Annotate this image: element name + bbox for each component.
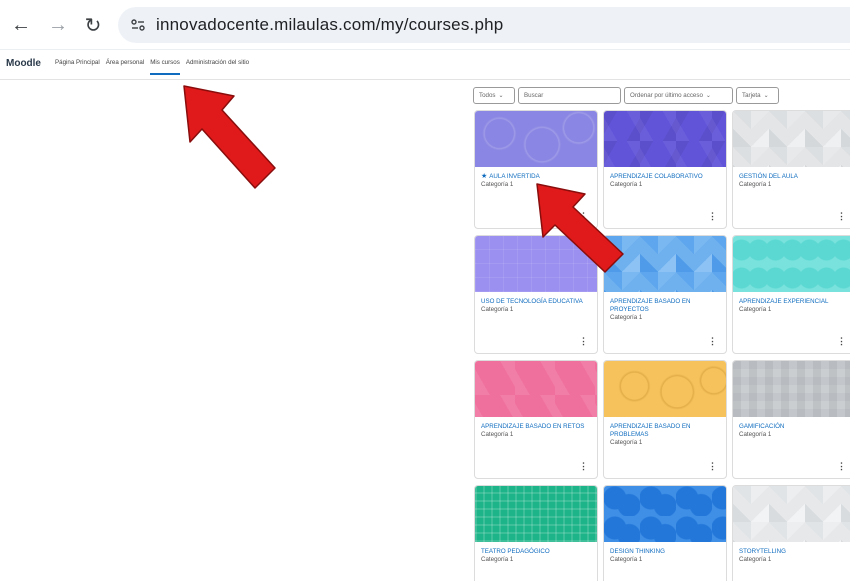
site-logo[interactable]: Moodle — [6, 58, 41, 69]
search-placeholder: Buscar — [524, 92, 544, 99]
course-title[interactable]: APRENDIZAJE BASADO EN PROBLEMAS — [610, 423, 720, 439]
primary-navigation: Página Principal Área personal Mis curso… — [55, 59, 249, 75]
course-category: Categoría 1 — [481, 181, 514, 188]
course-title[interactable]: APRENDIZAJE COLABORATIVO — [610, 173, 720, 181]
course-category: Categoría 1 — [739, 181, 772, 188]
site-settings-icon[interactable] — [126, 13, 150, 37]
more-options-icon[interactable]: ⋮ — [837, 461, 846, 472]
course-title[interactable]: TEATRO PEDAGÓGICO — [481, 548, 591, 556]
course-category: Categoría 1 — [481, 556, 514, 563]
nav-home[interactable]: Página Principal — [55, 59, 100, 75]
course-title[interactable]: GESTIÓN DEL AULA — [739, 173, 849, 181]
course-category: Categoría 1 — [739, 556, 772, 563]
course-image[interactable] — [475, 236, 597, 292]
course-category: Categoría 1 — [610, 556, 643, 563]
course-image[interactable] — [475, 111, 597, 167]
course-category: Categoría 1 — [739, 431, 772, 438]
course-title[interactable]: STORYTELLING — [739, 548, 849, 556]
course-card[interactable]: USO DE TECNOLOGÍA EDUCATIVA Categoría 1 … — [474, 235, 598, 354]
browser-toolbar: ← → ↻ innovadocente.milaulas.com/my/cour… — [0, 0, 850, 50]
course-category: Categoría 1 — [610, 439, 643, 446]
moodle-navbar: Moodle Página Principal Área personal Mi… — [0, 50, 850, 80]
course-card[interactable]: STORYTELLING Categoría 1 ⋮ — [732, 485, 850, 581]
course-card[interactable]: ★ AULA INVERTIDA Categoría 1 ⋮ — [474, 110, 598, 229]
course-card[interactable]: GAMIFICACIÓN Categoría 1 ⋮ — [732, 360, 850, 479]
chevron-down-icon: ⌄ — [763, 93, 769, 99]
course-category: Categoría 1 — [481, 306, 514, 313]
course-card[interactable]: DESIGN THINKING Categoría 1 ⋮ — [603, 485, 727, 581]
course-category: Categoría 1 — [481, 431, 514, 438]
course-card[interactable]: APRENDIZAJE BASADO EN PROBLEMAS Categorí… — [603, 360, 727, 479]
back-arrow-icon[interactable]: ← — [8, 12, 34, 38]
course-image[interactable] — [733, 361, 850, 417]
course-category: Categoría 1 — [610, 314, 643, 321]
course-image[interactable] — [604, 236, 726, 292]
nav-site-admin[interactable]: Administración del sitio — [186, 59, 249, 75]
course-title[interactable]: USO DE TECNOLOGÍA EDUCATIVA — [481, 298, 591, 306]
course-image[interactable] — [604, 111, 726, 167]
course-card[interactable]: APRENDIZAJE EXPERIENCIAL Categoría 1 ⋮ — [732, 235, 850, 354]
view-value: Tarjeta — [742, 92, 761, 99]
more-options-icon[interactable]: ⋮ — [579, 336, 588, 347]
course-title[interactable]: APRENDIZAJE BASADO EN RETOS — [481, 423, 591, 431]
annotation-arrow-icon — [183, 85, 276, 189]
url-text[interactable]: innovadocente.milaulas.com/my/courses.ph… — [156, 15, 503, 35]
course-title[interactable]: AULA INVERTIDA — [489, 173, 539, 180]
forward-arrow-icon[interactable]: → — [45, 12, 71, 38]
view-dropdown[interactable]: Tarjeta ⌄ — [736, 87, 779, 104]
grouping-value: Todos — [479, 92, 496, 99]
star-icon: ★ — [481, 173, 488, 180]
search-input[interactable]: Buscar — [518, 87, 621, 104]
course-image[interactable] — [475, 486, 597, 542]
course-category: Categoría 1 — [610, 181, 643, 188]
address-bar[interactable]: innovadocente.milaulas.com/my/courses.ph… — [118, 7, 850, 43]
course-card[interactable]: APRENDIZAJE COLABORATIVO Categoría 1 ⋮ — [603, 110, 727, 229]
nav-dashboard[interactable]: Área personal — [106, 59, 145, 75]
more-options-icon[interactable]: ⋮ — [579, 211, 588, 222]
course-image[interactable] — [733, 111, 850, 167]
more-options-icon[interactable]: ⋮ — [837, 211, 846, 222]
course-title[interactable]: DESIGN THINKING — [610, 548, 720, 556]
sort-value: Ordenar por último acceso — [630, 92, 703, 99]
course-image[interactable] — [733, 236, 850, 292]
more-options-icon[interactable]: ⋮ — [579, 461, 588, 472]
chevron-down-icon: ⌄ — [498, 93, 504, 99]
nav-my-courses[interactable]: Mis cursos — [150, 59, 180, 75]
more-options-icon[interactable]: ⋮ — [708, 211, 717, 222]
course-card[interactable]: APRENDIZAJE BASADO EN RETOS Categoría 1 … — [474, 360, 598, 479]
more-options-icon[interactable]: ⋮ — [708, 461, 717, 472]
chevron-down-icon: ⌄ — [705, 93, 711, 99]
more-options-icon[interactable]: ⋮ — [837, 336, 846, 347]
reload-icon[interactable]: ↻ — [80, 12, 106, 38]
course-card[interactable]: TEATRO PEDAGÓGICO Categoría 1 ⋮ — [474, 485, 598, 581]
course-card[interactable]: APRENDIZAJE BASADO EN PROYECTOS Categorí… — [603, 235, 727, 354]
course-image[interactable] — [604, 486, 726, 542]
course-title[interactable]: GAMIFICACIÓN — [739, 423, 849, 431]
course-card[interactable]: GESTIÓN DEL AULA Categoría 1 ⋮ — [732, 110, 850, 229]
course-title[interactable]: APRENDIZAJE EXPERIENCIAL — [739, 298, 849, 306]
more-options-icon[interactable]: ⋮ — [708, 336, 717, 347]
course-title[interactable]: APRENDIZAJE BASADO EN PROYECTOS — [610, 298, 720, 314]
course-category: Categoría 1 — [739, 306, 772, 313]
course-grid: ★ AULA INVERTIDA Categoría 1 ⋮ APRENDIZAJ… — [474, 110, 850, 581]
grouping-dropdown[interactable]: Todos ⌄ — [473, 87, 515, 104]
course-image[interactable] — [475, 361, 597, 417]
course-image[interactable] — [733, 486, 850, 542]
course-image[interactable] — [604, 361, 726, 417]
sort-dropdown[interactable]: Ordenar por último acceso ⌄ — [624, 87, 733, 104]
